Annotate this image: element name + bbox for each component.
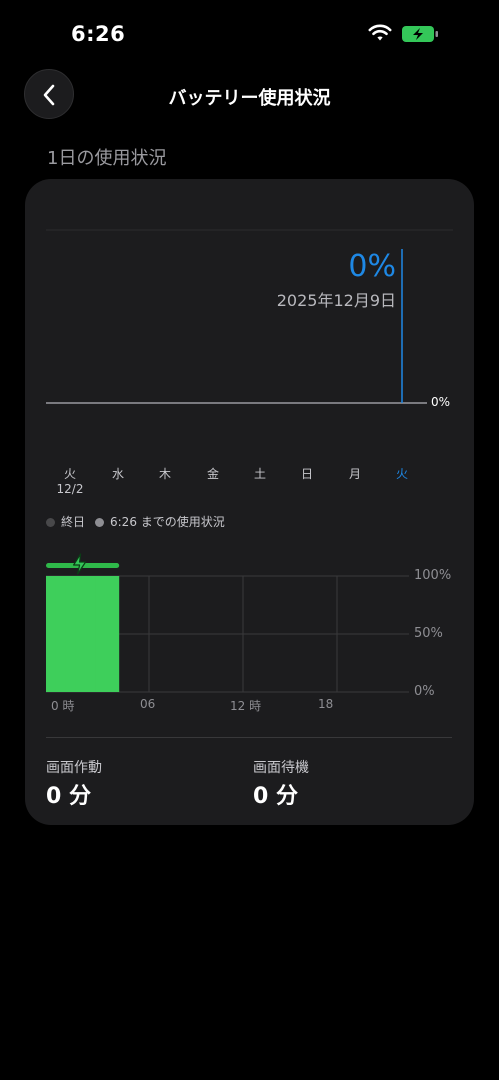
screen-active-label: 画面作動 bbox=[46, 760, 102, 776]
x-tick-0: 0 時 bbox=[51, 699, 75, 713]
bar-group bbox=[46, 576, 120, 692]
x-tick-12: 12 時 bbox=[230, 699, 262, 713]
screen-active-value: 0 分 bbox=[46, 784, 91, 809]
section-title: 1日の使用状況 bbox=[47, 148, 167, 169]
screen-idle-value: 0 分 bbox=[253, 784, 298, 809]
y-tick-50: 50% bbox=[414, 626, 443, 641]
x-tick-18: 18 bbox=[318, 697, 334, 711]
page-title: バッテリー使用状況 bbox=[168, 88, 331, 109]
charging-bolt-icon bbox=[72, 553, 87, 575]
status-time: 6:26 bbox=[71, 22, 126, 46]
x-tick-06: 06 bbox=[140, 697, 156, 711]
divider bbox=[46, 737, 452, 738]
screen-idle-label: 画面待機 bbox=[253, 760, 309, 776]
status-bar: 6:26 bbox=[0, 0, 499, 60]
hourly-battery-chart[interactable] bbox=[25, 179, 474, 719]
battery-charging-icon bbox=[402, 26, 438, 42]
wifi-icon bbox=[368, 24, 392, 41]
y-tick-0: 0% bbox=[414, 684, 435, 699]
battery-bar bbox=[105, 576, 120, 692]
battery-usage-card: 0% 2025年12月9日 0% 火 12/2 水 木 金 土 日 月 火 終日… bbox=[25, 179, 474, 825]
y-tick-100: 100% bbox=[414, 568, 452, 583]
